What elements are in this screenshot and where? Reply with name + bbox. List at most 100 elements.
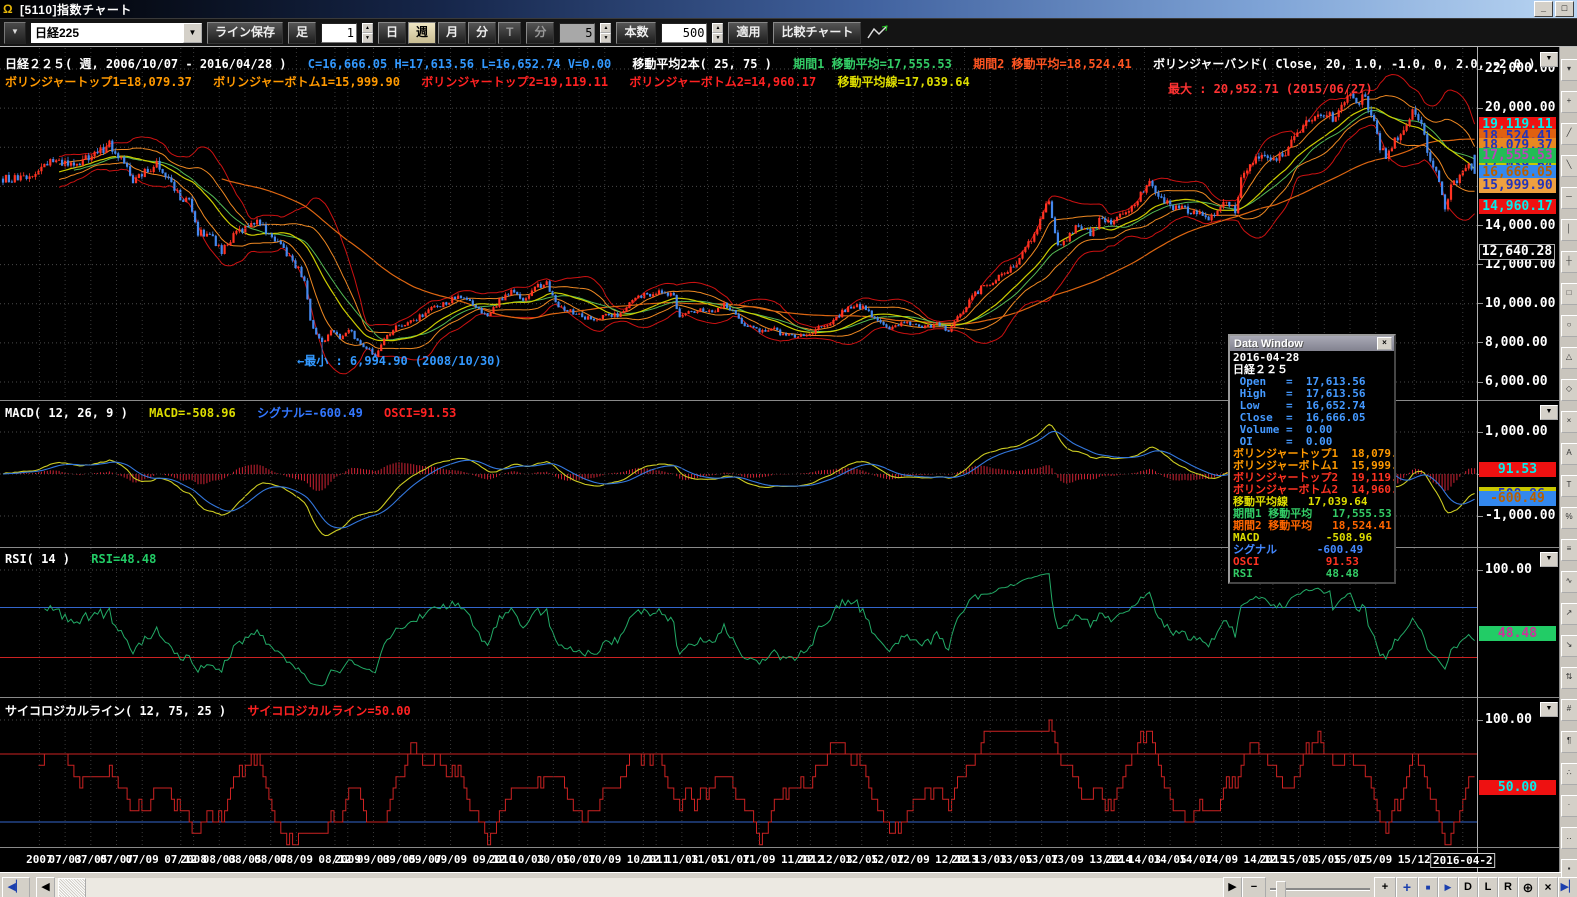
draw-tool-button-2[interactable]: +: [1561, 91, 1577, 113]
jump-right-icon[interactable]: ▶▏: [1558, 877, 1577, 897]
axis-label: 100.00: [1485, 712, 1532, 727]
zoom-out-button[interactable]: −: [1242, 877, 1266, 897]
zoom-slider-thumb[interactable]: [1276, 881, 1286, 897]
right-scale-button[interactable]: R: [1498, 877, 1518, 897]
minute-spinner[interactable]: ▲▼: [600, 23, 611, 43]
price-scale-dropdown-icon[interactable]: ▼: [1540, 52, 1558, 67]
data-window-row: 移動平均線 17,039.64: [1233, 496, 1394, 508]
draw-tool-button-11[interactable]: ◇: [1561, 379, 1577, 401]
axis-separator: [1478, 400, 1559, 401]
draw-tool-button-22[interactable]: ¶: [1561, 731, 1577, 753]
draw-tool-button-8[interactable]: □: [1561, 283, 1577, 305]
symbol-combo[interactable]: 日経225 ▼: [31, 23, 202, 43]
bollinger-settings-label: ボリンジャーバンド( Close, 20, 1.0, -1.0, 0, 2.0,…: [1153, 57, 1535, 71]
horizontal-scrollbar[interactable]: [55, 878, 1223, 897]
symbol-value[interactable]: 日経225: [31, 23, 183, 43]
date-tick-label: 14/09: [1205, 853, 1238, 866]
draw-tool-button-20[interactable]: ⇅: [1561, 667, 1577, 689]
macd-scale-dropdown-icon[interactable]: ▼: [1540, 405, 1558, 420]
data-window-title-bar[interactable]: Data Window ×: [1230, 336, 1394, 351]
price-axis-column[interactable]: ▼ ▼ ▼ ▼ 22,000.0020,000.0014,000.0012,00…: [1477, 47, 1559, 872]
scrollbar-thumb[interactable]: [58, 878, 86, 897]
data-window-close-icon[interactable]: ×: [1377, 337, 1392, 350]
period-button-日[interactable]: 日: [378, 22, 406, 44]
data-window-row: 期間1 移動平均 17,555.53: [1233, 508, 1394, 520]
psychological-scale-dropdown-icon[interactable]: ▼: [1540, 702, 1558, 717]
date-tick-label: 10/09: [588, 853, 621, 866]
date-axis: 200707/0307/0507/0707/0907/12200808/0308…: [0, 847, 1477, 872]
bar-interval-label: 足: [288, 22, 316, 44]
zoom-slider[interactable]: [1268, 878, 1372, 897]
draw-tool-button-16[interactable]: ≡: [1561, 539, 1577, 561]
jump-left-button[interactable]: ◀▏: [2, 877, 30, 897]
draw-tool-button-23[interactable]: ∴: [1561, 763, 1577, 785]
panel-separator[interactable]: [0, 697, 1477, 698]
axis-label: 14,000.00: [1485, 218, 1555, 233]
title-bar[interactable]: Ω [5110]指数チャート _ □: [0, 0, 1577, 18]
bar-interval-input[interactable]: [321, 23, 357, 43]
zoom-in-button[interactable]: +: [1374, 877, 1396, 897]
draw-tool-button-12[interactable]: ×: [1561, 411, 1577, 433]
bar-count-input[interactable]: [661, 23, 707, 43]
magnify-icon[interactable]: ⊕: [1518, 877, 1538, 897]
draw-tool-button-15[interactable]: %: [1561, 507, 1577, 529]
minimize-button[interactable]: _: [1534, 1, 1553, 17]
draw-tool-button-19[interactable]: ↘: [1561, 635, 1577, 657]
period-button-分[interactable]: 分: [468, 22, 496, 44]
drawing-tool-strip: ▾+╱╲─│┼□○△◇×AT%≡∿↗↘⇅#¶∴·‥▪: [1559, 47, 1577, 872]
draw-tool-button-7[interactable]: ┼: [1561, 251, 1577, 273]
line-chart-icon[interactable]: [866, 23, 890, 43]
draw-tool-button-6[interactable]: │: [1561, 219, 1577, 241]
draw-tool-button-14[interactable]: T: [1561, 475, 1577, 497]
axis-tick: [1478, 570, 1483, 571]
ohlcv-values: C=16,666.05 H=17,613.56 L=16,652.74 V=0.…: [308, 57, 611, 71]
draw-tool-button-10[interactable]: △: [1561, 347, 1577, 369]
rsi-scale-dropdown-icon[interactable]: ▼: [1540, 552, 1558, 567]
symbol-history-dropdown-button[interactable]: ▼: [4, 22, 26, 44]
period-button-月[interactable]: 月: [438, 22, 466, 44]
draw-tool-button-9[interactable]: ○: [1561, 315, 1577, 337]
period-button-週[interactable]: 週: [408, 22, 436, 44]
scrollbar-right-arrow[interactable]: ▶: [1223, 877, 1242, 897]
play-icon[interactable]: ▶: [1438, 877, 1458, 897]
period-button-T[interactable]: T: [498, 22, 521, 44]
draw-tool-button-3[interactable]: ╱: [1561, 123, 1577, 145]
bar-interval-spinner[interactable]: ▲▼: [362, 23, 373, 43]
draw-tool-button-5[interactable]: ─: [1561, 187, 1577, 209]
stop-icon[interactable]: ■: [1418, 877, 1438, 897]
ma2-value: 期間2 移動平均=18,524.41: [973, 57, 1132, 71]
draw-tool-button-1[interactable]: ▾: [1561, 59, 1577, 81]
draw-tool-button-4[interactable]: ╲: [1561, 155, 1577, 177]
axis-tick: [1478, 432, 1483, 433]
pan-mode-icon[interactable]: +: [1396, 877, 1418, 897]
data-window-row: OSCI 91.53: [1233, 556, 1394, 568]
bottom-bar: ◀▏ ◀ ▶ − + + ■ ▶ D L R ⊕ × ▶▏: [0, 872, 1577, 897]
line-save-button[interactable]: ライン保存: [207, 22, 283, 44]
scrollbar-left-arrow[interactable]: ◀: [36, 877, 55, 897]
data-window[interactable]: Data Window × 2016-04-28日経２２５ Open = 17,…: [1228, 334, 1396, 584]
window-title: [5110]指数チャート: [20, 1, 132, 18]
date-tick-label: 11/09: [742, 853, 775, 866]
minute-input[interactable]: [559, 23, 595, 43]
price-level-chip: 14,960.17: [1479, 199, 1556, 214]
apply-button[interactable]: 適用: [728, 22, 768, 44]
close-chart-icon[interactable]: ×: [1538, 877, 1558, 897]
draw-tool-button-25[interactable]: ‥: [1561, 827, 1577, 849]
bb-bottom2-value: ボリンジャーボトム2=14,960.17: [629, 75, 816, 89]
maximize-button[interactable]: □: [1555, 1, 1574, 17]
chart-plot-area[interactable]: 日経２２５( 週, 2006/10/07 - 2016/04/28 ) C=16…: [0, 47, 1477, 872]
compare-chart-button[interactable]: 比較チャート: [773, 22, 861, 44]
symbol-dropdown-icon[interactable]: ▼: [183, 23, 202, 43]
left-scale-button[interactable]: L: [1478, 877, 1498, 897]
app-icon: Ω: [3, 3, 16, 16]
draw-tool-button-13[interactable]: A: [1561, 443, 1577, 465]
d-mode-button[interactable]: D: [1458, 877, 1478, 897]
draw-tool-button-17[interactable]: ∿: [1561, 571, 1577, 593]
data-window-row: Close = 16,666.05: [1233, 412, 1394, 424]
macd-level-chip: 91.53: [1479, 462, 1556, 477]
draw-tool-button-21[interactable]: #: [1561, 699, 1577, 721]
bar-count-spinner[interactable]: ▲▼: [712, 23, 723, 43]
draw-tool-button-24[interactable]: ·: [1561, 795, 1577, 817]
axis-separator: [1478, 547, 1559, 548]
draw-tool-button-18[interactable]: ↗: [1561, 603, 1577, 625]
